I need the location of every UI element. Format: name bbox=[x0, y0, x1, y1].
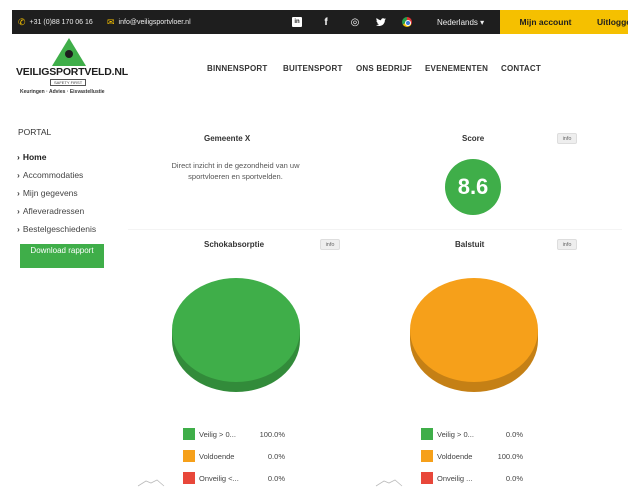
twitter-glyph bbox=[376, 17, 386, 26]
pie-slice bbox=[410, 278, 538, 382]
legend-value: 0.0% bbox=[267, 451, 285, 461]
nav-binnensport[interactable]: BINNENSPORT bbox=[207, 64, 267, 73]
legend-swatch bbox=[421, 472, 433, 484]
legend-item-veilig[interactable]: Veilig > 0... 0.0% bbox=[421, 427, 523, 441]
pie-slice bbox=[172, 278, 300, 382]
legend-value: 100.0% bbox=[497, 451, 523, 461]
phone-icon: ✆ bbox=[18, 16, 26, 27]
logo-tagline: Keuringen · Advies · Eisvastellustie bbox=[20, 89, 105, 95]
chevron-right-icon: › bbox=[17, 152, 20, 162]
legend-label: Voldoende bbox=[199, 451, 235, 461]
twitter-icon[interactable] bbox=[374, 10, 388, 34]
logout-button[interactable]: Uitloggen bbox=[591, 10, 628, 34]
nav-ons-bedrijf[interactable]: ONS BEDRIJF bbox=[356, 64, 412, 73]
legend-item-voldoende[interactable]: Voldoende 0.0% bbox=[183, 449, 285, 463]
sidebar-item-afleveradressen[interactable]: › Afleveradressen bbox=[17, 206, 84, 216]
legend-label: Veilig > 0... bbox=[437, 429, 474, 439]
score-info-button[interactable]: info bbox=[557, 133, 577, 144]
legend-value: 0.0% bbox=[505, 473, 523, 483]
balstuit-title: Balstuit bbox=[455, 240, 485, 249]
legend-item-onveilig[interactable]: Onveilig <... 0.0% bbox=[183, 471, 285, 485]
legend-item-veilig[interactable]: Veilig > 0... 100.0% bbox=[183, 427, 285, 441]
email-address: info@veiligsportvloer.nl bbox=[118, 18, 191, 26]
instagram-glyph: ◎ bbox=[350, 16, 360, 28]
facebook-glyph: f bbox=[324, 16, 328, 28]
legend-value: 0.0% bbox=[267, 473, 285, 483]
phone-contact[interactable]: ✆ +31 (0)88 170 06 16 bbox=[18, 10, 93, 34]
chrome-glyph bbox=[402, 17, 412, 27]
linkedin-glyph: in bbox=[292, 17, 302, 27]
mail-icon: ✉ bbox=[107, 16, 115, 27]
facebook-icon[interactable]: f bbox=[319, 10, 333, 34]
legend-label: Onveilig ... bbox=[437, 473, 473, 483]
score-badge: 8.6 bbox=[445, 159, 501, 215]
logo-mark bbox=[52, 38, 86, 66]
legend-item-voldoende[interactable]: Voldoende 100.0% bbox=[421, 449, 523, 463]
chrome-icon[interactable] bbox=[400, 10, 414, 34]
schokabsorptie-title: Schokabsorptie bbox=[204, 240, 265, 249]
legend-swatch bbox=[183, 450, 195, 462]
logo-subtitle: SAFETY FIRST bbox=[50, 79, 87, 86]
sidebar-item-label: Afleveradressen bbox=[22, 206, 85, 216]
legend-swatch bbox=[421, 428, 433, 440]
nav-evenementen[interactable]: EVENEMENTEN bbox=[425, 64, 488, 73]
balstuit-pie-chart bbox=[410, 278, 538, 392]
logo-name: VEILIGSPORTVELD.NL bbox=[16, 66, 128, 78]
legend-swatch bbox=[421, 450, 433, 462]
email-contact[interactable]: ✉ info@veiligsportvloer.nl bbox=[107, 10, 191, 34]
linkedin-icon[interactable]: in bbox=[290, 10, 304, 34]
chevron-right-icon: › bbox=[17, 188, 20, 198]
sidebar-item-accommodaties[interactable]: › Accommodaties bbox=[17, 170, 83, 180]
nav-contact[interactable]: CONTACT bbox=[501, 64, 541, 73]
top-bar: ✆ +31 (0)88 170 06 16 ✉ info@veiligsport… bbox=[12, 10, 628, 34]
instagram-icon[interactable]: ◎ bbox=[348, 10, 362, 34]
trend-sparkline-icon bbox=[137, 479, 165, 487]
legend-swatch bbox=[183, 428, 195, 440]
site-logo[interactable]: VEILIGSPORTVELD.NL SAFETY FIRST Keuringe… bbox=[14, 38, 128, 100]
section-divider bbox=[128, 229, 622, 230]
chevron-right-icon: › bbox=[17, 224, 20, 234]
legend-item-onveilig[interactable]: Onveilig ... 0.0% bbox=[421, 471, 523, 485]
gemeente-title: Gemeente X bbox=[204, 134, 251, 143]
legend-swatch bbox=[183, 472, 195, 484]
sidebar-title: PORTAL bbox=[18, 127, 52, 137]
download-report-button[interactable]: Download rapport bbox=[20, 244, 104, 268]
schokabsorptie-pie-chart bbox=[172, 278, 300, 392]
sidebar-item-label: Home bbox=[22, 152, 47, 162]
my-account-button[interactable]: Mijn account bbox=[500, 10, 591, 34]
gemeente-description: Direct inzicht in de gezondheid van uw s… bbox=[171, 161, 300, 181]
legend-label: Veilig > 0... bbox=[199, 429, 236, 439]
legend-label: Onveilig <... bbox=[199, 473, 239, 483]
sidebar-item-label: Bestelgeschiedenis bbox=[22, 224, 97, 234]
legend-value: 100.0% bbox=[259, 429, 285, 439]
chevron-right-icon: › bbox=[17, 206, 20, 216]
balstuit-info-button[interactable]: info bbox=[557, 239, 577, 250]
sidebar-item-home[interactable]: › Home bbox=[17, 152, 46, 162]
language-select[interactable]: Nederlands ▾ bbox=[437, 10, 484, 34]
trend-sparkline-icon bbox=[375, 479, 403, 487]
sidebar-item-mijn-gegevens[interactable]: › Mijn gegevens bbox=[17, 188, 78, 198]
schokabsorptie-info-button[interactable]: info bbox=[320, 239, 340, 250]
nav-buitensport[interactable]: BUITENSPORT bbox=[283, 64, 343, 73]
chevron-right-icon: › bbox=[17, 170, 20, 180]
legend-label: Voldoende bbox=[437, 451, 473, 461]
phone-number: +31 (0)88 170 06 16 bbox=[29, 18, 93, 26]
sidebar-item-label: Mijn gegevens bbox=[22, 188, 78, 198]
sidebar-item-label: Accommodaties bbox=[22, 170, 84, 180]
legend-value: 0.0% bbox=[505, 429, 523, 439]
score-title: Score bbox=[462, 134, 485, 143]
sidebar-item-bestelgeschiedenis[interactable]: › Bestelgeschiedenis bbox=[17, 224, 96, 234]
